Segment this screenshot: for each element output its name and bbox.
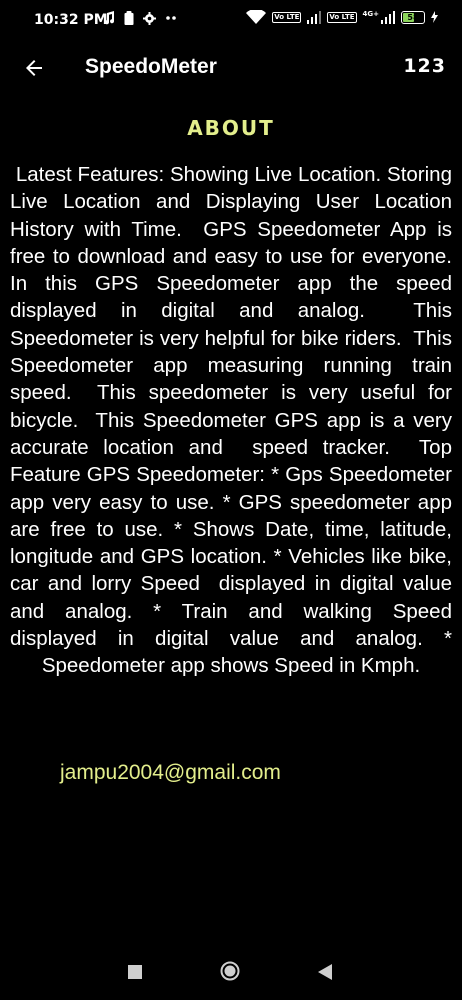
charging-bolt-icon: [431, 11, 438, 23]
settings-gear-icon: [143, 11, 156, 25]
volte-badge-2: Vo LTE: [327, 11, 357, 23]
home-icon[interactable]: [220, 961, 240, 981]
battery-icon: 58: [401, 10, 425, 24]
back-arrow-icon[interactable]: [22, 56, 46, 80]
network-type: 4G+: [362, 9, 379, 18]
about-heading: ABOUT: [187, 116, 275, 140]
numbers-button[interactable]: 123: [403, 55, 446, 77]
clipboard-icon: [124, 11, 134, 25]
recent-apps-icon[interactable]: [128, 965, 142, 979]
battery-level: 58: [407, 12, 419, 22]
signal-icon-1: [307, 10, 322, 24]
app-title: SpeedoMeter: [85, 55, 217, 78]
app-bar: SpeedoMeter 123: [0, 40, 462, 96]
signal-icon-2: [381, 10, 395, 24]
volte-badge-1: Vo LTE: [272, 11, 302, 23]
back-triangle-icon[interactable]: [317, 963, 333, 981]
music-note-icon: [105, 11, 115, 25]
status-right-icons: Vo LTE Vo LTE 4G+ 58: [246, 10, 438, 24]
wifi-icon: [246, 10, 267, 24]
system-navigation-bar: [0, 940, 462, 1000]
more-dots-icon: [166, 16, 176, 20]
status-time: 10:32 PM: [34, 12, 108, 28]
about-description: Latest Features: Showing Live Location. …: [10, 163, 452, 678]
contact-email-link[interactable]: jampu2004@gmail.com: [60, 761, 281, 785]
status-bar: 10:32 PM Vo LTE Vo LTE 4G+ 58: [0, 0, 462, 40]
status-left-icons: [103, 11, 177, 25]
